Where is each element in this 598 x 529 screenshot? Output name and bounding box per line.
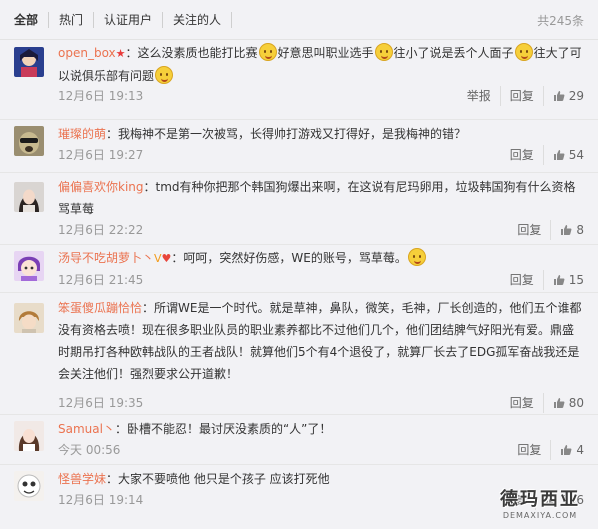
thumbs-up-icon xyxy=(553,150,565,160)
username-link[interactable]: 笨蛋傻瓜蹦恰恰 xyxy=(58,301,142,315)
comment-body: 好意思叫职业选手 xyxy=(277,46,374,60)
comment-meta: 12月6日 19:27 回复 54 xyxy=(58,145,584,165)
comment-text: 笨蛋傻瓜蹦恰恰：所谓WE是一个时代。就是草神，鼻队，微笑，毛神，厂长创造的，他们… xyxy=(58,297,584,393)
comment-time: 12月6日 19:13 xyxy=(58,89,144,103)
comment-body: ：呵呵，突然好伤感，WE的账号，骂草莓。 xyxy=(171,251,407,265)
comment-body: ：我梅神不是第一次被骂，长得帅打游戏又打得好，是我梅神的错？ xyxy=(106,127,467,141)
like-button[interactable]: 15 xyxy=(544,270,584,290)
comment-text: open_box★：这么没素质也能打比赛 好意思叫职业选手 往小了说是丢个人面子 往大… xyxy=(58,42,584,86)
comment-text: 璀璨的萌：我梅神不是第一次被骂，长得帅打游戏又打得好，是我梅神的错？ xyxy=(58,123,584,145)
avatar[interactable] xyxy=(14,251,44,281)
smile-emoji-icon xyxy=(514,43,533,61)
comment-item: Samual丶：卧槽不能忍！最讨厌没素质的“人”了！ 今天 00:56 回复 4 xyxy=(0,415,598,465)
tab-verified[interactable]: 认证用户 xyxy=(94,11,164,28)
username-link[interactable]: 怪兽学妹 xyxy=(58,472,106,486)
comment-time: 12月6日 22:22 xyxy=(58,223,144,237)
avatar[interactable] xyxy=(14,303,44,333)
comment-total-count: 共245条 xyxy=(537,14,584,28)
like-count: 8 xyxy=(576,223,584,237)
tab-all[interactable]: 全部 xyxy=(14,11,50,28)
comment-time: 12月6日 19:35 xyxy=(58,396,144,410)
comment-text: 汤导不吃胡萝卜丶V♥：呵呵，突然好伤感，WE的账号，骂草莓。 xyxy=(58,247,584,270)
comment-meta: 12月6日 21:45 回复 15 xyxy=(58,270,584,290)
avatar[interactable] xyxy=(14,182,44,212)
comment-text: 偏偏喜欢你king：tmd有种你把那个韩国狗爆出来啊，在这说有尼玛卵用，垃圾韩国… xyxy=(58,176,584,220)
reply-button[interactable]: 回复 xyxy=(501,270,544,290)
like-count: 80 xyxy=(568,396,584,410)
like-count: 15 xyxy=(568,273,584,287)
comment-text: Samual丶：卧槽不能忍！最讨厌没素质的“人”了！ xyxy=(58,418,584,440)
comment-time: 12月6日 21:45 xyxy=(58,273,144,287)
comment-body: ：大家不要喷他 他只是个孩子 应该打死他 xyxy=(106,472,330,486)
comment-meta: 今天 00:56 回复 4 xyxy=(58,440,584,460)
comment-text: 怪兽学妹：大家不要喷他 他只是个孩子 应该打死他 xyxy=(58,468,584,490)
thumbs-up-icon xyxy=(553,91,565,101)
like-button[interactable]: 4 xyxy=(551,440,584,460)
comment-item: 笨蛋傻瓜蹦恰恰：所谓WE是一个时代。就是草神，鼻队，微笑，毛神，厂长创造的，他们… xyxy=(0,293,598,415)
reply-button[interactable]: 回复 xyxy=(501,393,544,413)
comment-meta: 12月6日 19:35 回复 80 xyxy=(58,393,584,413)
avatar[interactable] xyxy=(14,421,44,451)
reply-button[interactable]: 回复 xyxy=(501,145,544,165)
like-button[interactable]: 80 xyxy=(544,393,584,413)
thumbs-up-icon xyxy=(561,445,572,455)
comment-time: 12月6日 19:14 xyxy=(58,493,144,507)
vip-badge-icon: V xyxy=(154,252,162,265)
comment-time: 今天 00:56 xyxy=(58,443,121,457)
tab-following[interactable]: 关注的人 xyxy=(163,11,233,28)
username-link[interactable]: open_box xyxy=(58,46,116,60)
thumbs-up-icon xyxy=(561,225,572,235)
site-watermark: 德玛西亚 DEMAXIYA.COM xyxy=(488,489,592,523)
heart-badge-icon: ♥ xyxy=(161,252,172,265)
username-link[interactable]: 璀璨的萌 xyxy=(58,127,106,141)
like-count: 54 xyxy=(568,148,584,162)
comment-body: ：卧槽不能忍！最讨厌没素质的“人”了！ xyxy=(114,422,332,436)
username-link[interactable]: 偏偏喜欢你king xyxy=(58,180,144,194)
like-count: 4 xyxy=(576,443,584,457)
smile-emoji-icon xyxy=(155,66,174,84)
comment-item: open_box★：这么没素质也能打比赛 好意思叫职业选手 往小了说是丢个人面子 往大… xyxy=(0,40,598,120)
watermark-title: 德玛西亚 xyxy=(500,489,580,510)
reply-button[interactable]: 回复 xyxy=(501,86,544,106)
comment-item: 汤导不吃胡萝卜丶V♥：呵呵，突然好伤感，WE的账号，骂草莓。 12月6日 21:… xyxy=(0,245,598,293)
thumbs-up-icon xyxy=(553,398,565,408)
reply-button[interactable]: 回复 xyxy=(508,220,552,240)
like-count: 29 xyxy=(568,89,584,103)
comment-meta: 12月6日 19:13 举报 回复 29 xyxy=(58,86,584,106)
comment-body: ：这么没素质也能打比赛 xyxy=(125,46,258,60)
like-button[interactable]: 54 xyxy=(544,145,584,165)
tab-hot[interactable]: 热门 xyxy=(49,11,95,28)
report-button[interactable]: 举报 xyxy=(458,86,501,106)
smile-emoji-icon xyxy=(374,43,393,61)
comment-item: 偏偏喜欢你king：tmd有种你把那个韩国狗爆出来啊，在这说有尼玛卵用，垃圾韩国… xyxy=(0,173,598,245)
smile-emoji-icon xyxy=(407,248,426,266)
username-link[interactable]: Samual丶 xyxy=(58,422,115,436)
vip-star-icon: ★ xyxy=(115,47,126,60)
like-button[interactable]: 29 xyxy=(544,86,584,106)
comment-list: open_box★：这么没素质也能打比赛 好意思叫职业选手 往小了说是丢个人面子 往大… xyxy=(0,40,598,521)
smile-emoji-icon xyxy=(258,43,277,61)
thumbs-up-icon xyxy=(553,275,565,285)
comment-meta: 12月6日 22:22 回复 8 xyxy=(58,220,584,240)
username-link[interactable]: 汤导不吃胡萝卜丶 xyxy=(58,251,154,265)
comment-time: 12月6日 19:27 xyxy=(58,148,144,162)
comment-item: 璀璨的萌：我梅神不是第一次被骂，长得帅打游戏又打得好，是我梅神的错？ 12月6日… xyxy=(0,120,598,173)
avatar[interactable] xyxy=(14,47,44,77)
reply-button[interactable]: 回复 xyxy=(508,440,552,460)
like-button[interactable]: 8 xyxy=(551,220,584,240)
watermark-url: DEMAXIYA.COM xyxy=(502,511,578,520)
avatar[interactable] xyxy=(14,471,44,501)
comment-filter-tabs: 全部 热门 认证用户 关注的人 共245条 xyxy=(0,0,598,40)
comment-body: 往小了说是丢个人面子 xyxy=(393,46,514,60)
avatar[interactable] xyxy=(14,126,44,156)
